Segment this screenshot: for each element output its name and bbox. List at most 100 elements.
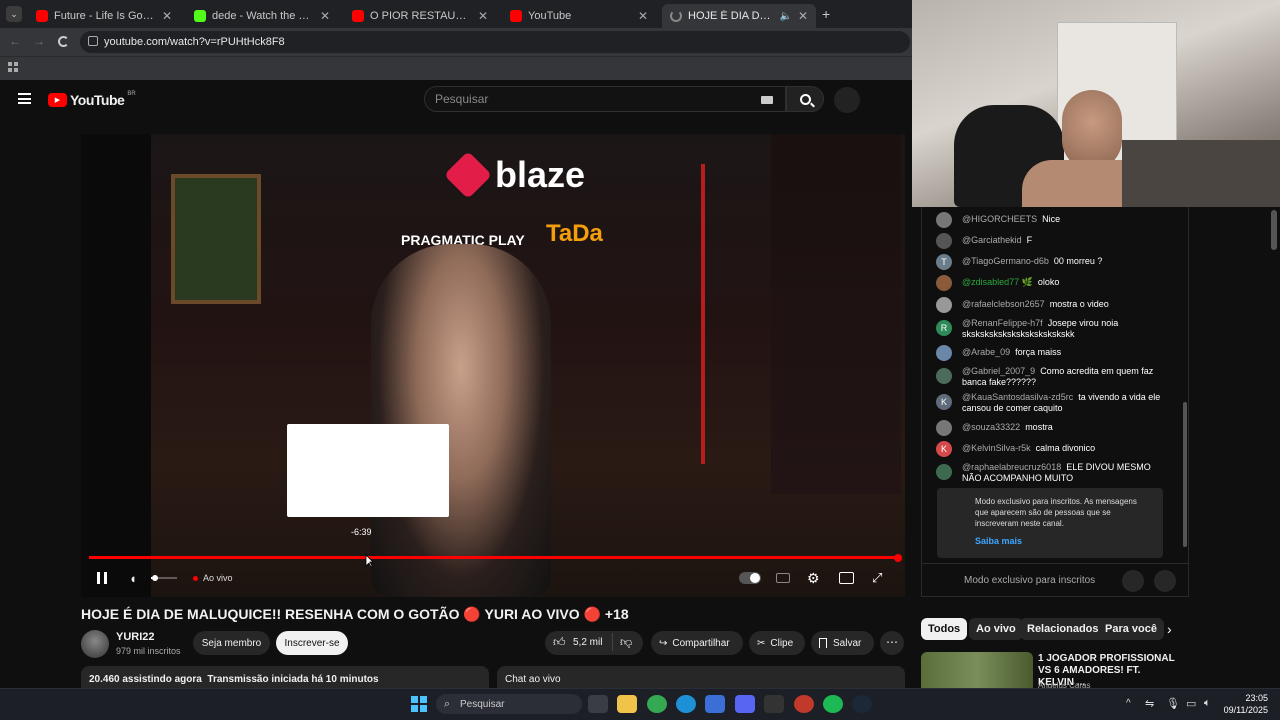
chip-ao-vivo[interactable]: Ao vivo: [969, 618, 1023, 640]
taskbar-date[interactable]: 09/11/2025: [1220, 705, 1268, 715]
more-actions-icon[interactable]: ⋯: [880, 631, 904, 655]
theater-mode-icon[interactable]: [839, 572, 854, 584]
chat-author[interactable]: @rafaelclebson2657: [962, 299, 1045, 309]
clip-button[interactable]: ✂ Clipe: [749, 631, 805, 655]
taskbar-search[interactable]: ⌕ Pesquisar: [436, 694, 582, 714]
dislike-icon[interactable]: 👎︎: [620, 635, 632, 650]
chat-author[interactable]: @Garciathekid: [962, 235, 1022, 245]
apps-grid-icon[interactable]: [8, 62, 18, 72]
user-avatar[interactable]: [936, 345, 952, 361]
learn-more-link[interactable]: Saiba mais: [975, 536, 1151, 547]
user-avatar[interactable]: [936, 368, 952, 384]
user-avatar[interactable]: [936, 297, 952, 313]
emoji-icon[interactable]: [1122, 570, 1144, 592]
task-view-icon[interactable]: [588, 695, 608, 713]
page-scrollbar[interactable]: [1271, 210, 1277, 250]
microphone-icon[interactable]: 🎙︎: [1166, 697, 1180, 710]
chat-author[interactable]: @HIGORCHEETS: [962, 214, 1037, 224]
obs-icon[interactable]: [764, 695, 784, 713]
live-indicator[interactable]: Ao vivo: [193, 573, 233, 583]
close-tab-icon[interactable]: ✕: [798, 9, 808, 23]
keyboard-icon[interactable]: [761, 96, 773, 104]
tab-kick[interactable]: dede - Watch the VOD on Kick ✕: [186, 4, 338, 28]
chat-author[interactable]: @souza33322: [962, 422, 1020, 432]
chat-author[interactable]: @Gabriel_2007_9: [962, 366, 1035, 376]
close-tab-icon[interactable]: ✕: [320, 9, 330, 23]
menu-icon[interactable]: [18, 93, 31, 104]
like-icon[interactable]: 👍︎: [553, 635, 566, 650]
subscribe-button[interactable]: Inscrever-se: [276, 631, 348, 655]
channel-name[interactable]: YURI22: [116, 631, 155, 643]
speaker-icon[interactable]: 🔈: [779, 11, 791, 22]
chat-author[interactable]: @Arabe_09: [962, 347, 1010, 357]
user-avatar[interactable]: [936, 275, 952, 291]
user-avatar[interactable]: [936, 233, 952, 249]
fullscreen-icon[interactable]: ⤢: [872, 570, 882, 586]
display-icon[interactable]: ▭: [1186, 697, 1196, 710]
chat-replay-box[interactable]: Chat ao vivo: [497, 666, 905, 688]
super-chat-icon[interactable]: [1154, 570, 1176, 592]
site-info-icon[interactable]: [88, 36, 98, 46]
discord-icon[interactable]: [735, 695, 755, 713]
chat-author[interactable]: @TiagoGermano-d6b: [962, 256, 1049, 266]
chat-author-member[interactable]: @zdisabled77 🌿: [962, 277, 1033, 287]
close-tab-icon[interactable]: ✕: [162, 9, 172, 23]
search-button[interactable]: [786, 86, 824, 112]
chip-todos[interactable]: Todos: [921, 618, 968, 640]
file-explorer-icon[interactable]: [617, 695, 637, 713]
description-box[interactable]: 20.460 assistindo agora Transmissão inic…: [81, 666, 489, 688]
new-tab-button[interactable]: +: [822, 6, 830, 22]
chevron-right-icon[interactable]: ›: [1167, 621, 1172, 637]
edge-icon[interactable]: [676, 695, 696, 713]
close-tab-icon[interactable]: ✕: [638, 9, 648, 23]
video-player[interactable]: blaze PRAGMATIC PLAY TaDa -6:39 ◖ Ao viv…: [81, 134, 905, 597]
related-thumbnail[interactable]: [921, 652, 1033, 688]
tab-restaurante[interactable]: O PIOR RESTAURANTE DO MUI ✕: [344, 4, 496, 28]
chip-relacionados[interactable]: Relacionados: [1020, 618, 1106, 640]
chat-author[interactable]: @KauaSantosdasilva-zd5rc: [962, 392, 1073, 402]
voice-search-button[interactable]: [834, 87, 860, 113]
chrome-icon[interactable]: [647, 695, 667, 713]
volume-handle[interactable]: [152, 575, 158, 581]
chip-para-voce[interactable]: Para você: [1098, 618, 1164, 640]
youtube-logo[interactable]: ▶ YouTube BR: [48, 91, 136, 108]
tab-list-dropdown[interactable]: ⌄: [6, 6, 22, 22]
user-avatar[interactable]: R: [936, 320, 952, 336]
chat-author[interactable]: @KelvinSilva-r5k: [962, 443, 1031, 453]
scrubber-handle[interactable]: [894, 554, 902, 562]
settings-gear-icon[interactable]: ⚙: [807, 570, 820, 587]
share-button[interactable]: ↪ Compartilhar: [651, 631, 743, 655]
user-avatar[interactable]: [936, 212, 952, 228]
close-tab-icon[interactable]: ✕: [478, 9, 488, 23]
brave-icon[interactable]: [794, 695, 814, 713]
tab-youtube[interactable]: YouTube ✕: [502, 4, 656, 28]
volume-icon[interactable]: ◖: [129, 571, 137, 586]
chat-author[interactable]: @raphaelabreucruz6018: [962, 462, 1061, 472]
tab-future[interactable]: Future - Life Is Good (Official M ✕: [28, 4, 180, 28]
tab-active-video[interactable]: HOJE É DIA DE MALUQUICE 🔈 ✕: [662, 4, 816, 28]
channel-avatar[interactable]: [81, 630, 109, 658]
join-button[interactable]: Seja membro: [193, 631, 270, 655]
user-avatar[interactable]: T: [936, 254, 952, 270]
user-avatar[interactable]: [936, 420, 952, 436]
volume-icon[interactable]: 🔈︎: [1204, 697, 1211, 710]
show-hidden-icons[interactable]: ^: [1126, 698, 1131, 709]
chat-author[interactable]: @RenanFelippe-h7f: [962, 318, 1043, 328]
user-avatar[interactable]: K: [936, 394, 952, 410]
spotify-icon[interactable]: [823, 695, 843, 713]
outlook-icon[interactable]: [705, 695, 725, 713]
taskbar-time[interactable]: 23:05: [1228, 693, 1268, 703]
pause-icon[interactable]: [97, 572, 107, 584]
forward-icon[interactable]: →: [33, 34, 45, 48]
reload-icon[interactable]: [58, 36, 69, 47]
like-count[interactable]: 5,2 mil: [573, 637, 602, 648]
address-bar[interactable]: youtube.com/watch?v=rPUHtHck8F8: [80, 31, 910, 53]
captions-icon[interactable]: [776, 573, 790, 583]
steam-icon[interactable]: [852, 695, 872, 713]
progress-bar[interactable]: [89, 556, 899, 559]
user-avatar[interactable]: K: [936, 441, 952, 457]
windows-start-icon[interactable]: [411, 696, 427, 712]
network-icon[interactable]: ⇋: [1145, 697, 1154, 710]
chat-scrollbar[interactable]: [1183, 402, 1187, 547]
back-icon[interactable]: ←: [9, 34, 21, 48]
